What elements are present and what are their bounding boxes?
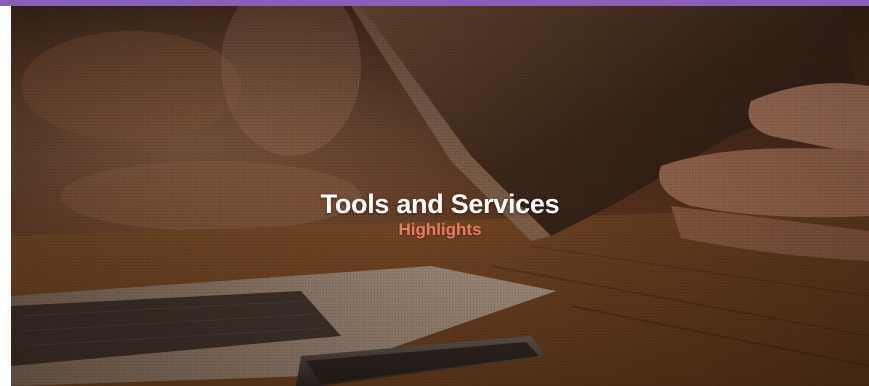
hero-title: Tools and Services	[320, 189, 560, 220]
hero-subtitle: Highlights	[398, 220, 482, 239]
hero-banner: Tools and Services Highlights	[11, 6, 869, 386]
